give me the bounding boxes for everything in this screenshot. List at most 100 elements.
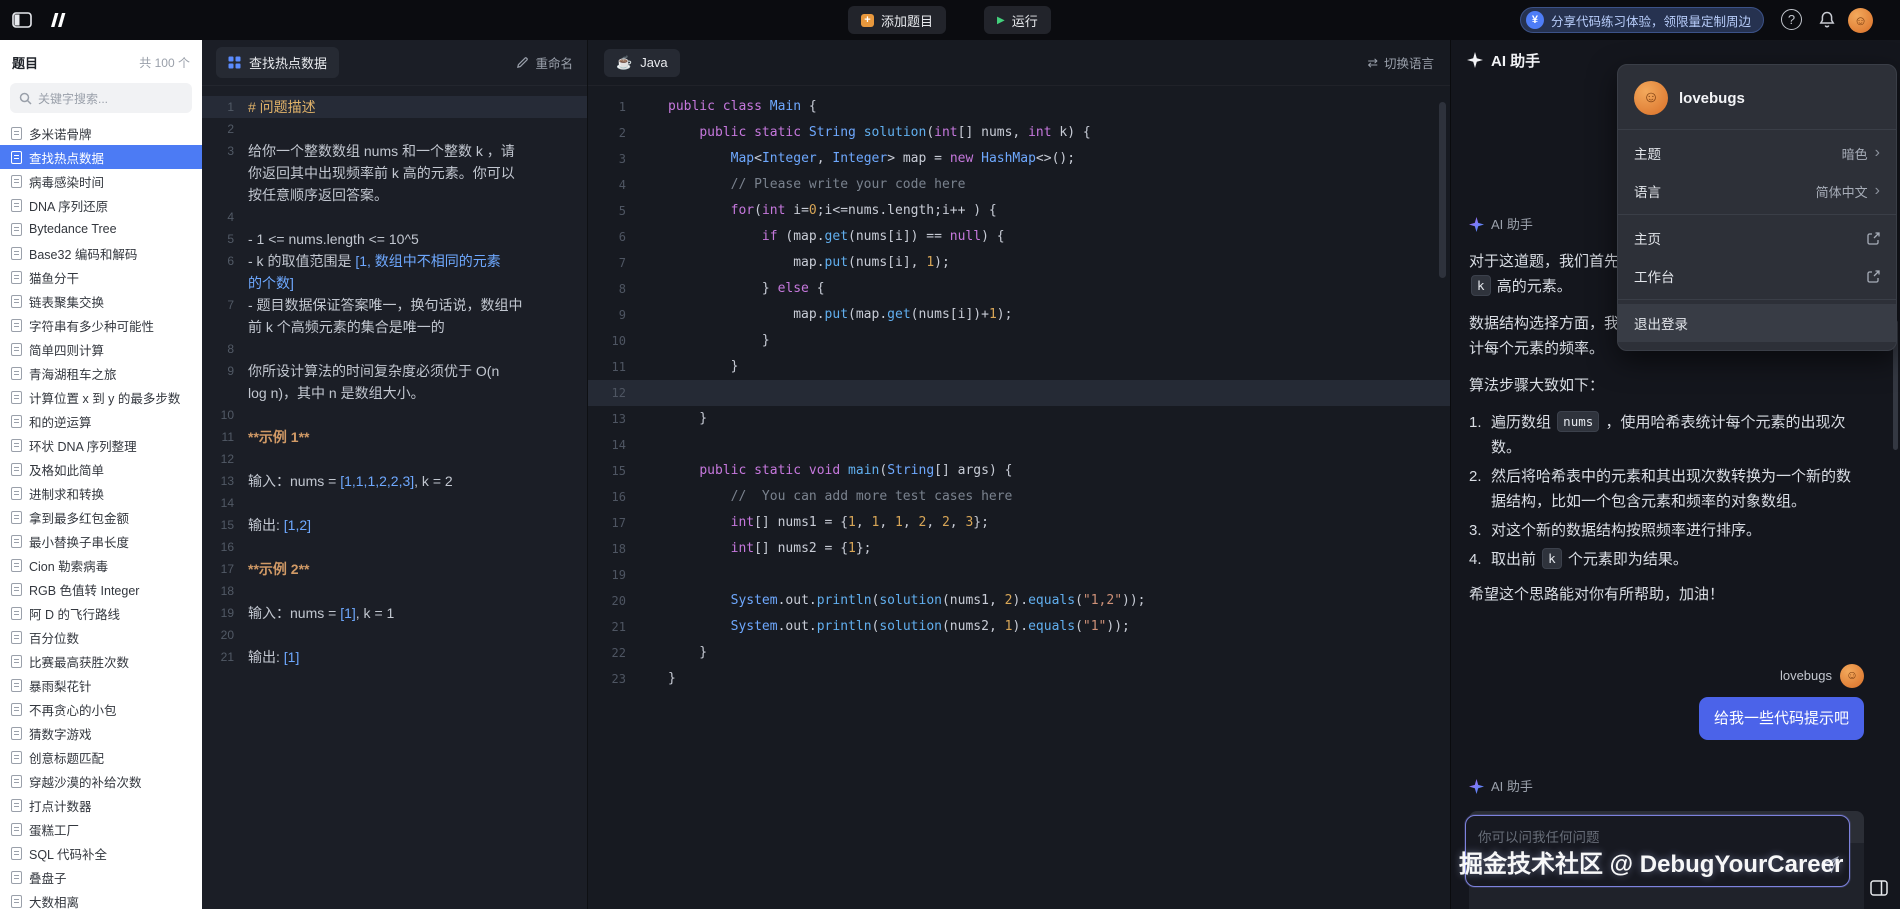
list-item[interactable]: 猫鱼分干 xyxy=(0,265,202,289)
menu-item-language[interactable]: 语言 简体中文› xyxy=(1618,172,1896,210)
markdown-line[interactable]: 12 xyxy=(202,448,587,470)
code-line[interactable]: 22 } xyxy=(588,640,1450,666)
list-item[interactable]: Bytedance Tree xyxy=(0,217,202,241)
list-item[interactable]: 拿到最多红包金额 xyxy=(0,505,202,529)
markdown-line[interactable]: 21输出: [1] xyxy=(202,646,587,668)
code-line[interactable]: 14 xyxy=(588,432,1450,458)
list-item[interactable]: 最小替换子串长度 xyxy=(0,529,202,553)
panel-toggle-icon[interactable] xyxy=(10,0,34,40)
code-line[interactable]: 2 public static String solution(int[] nu… xyxy=(588,120,1450,146)
markdown-line[interactable]: 20 xyxy=(202,624,587,646)
switch-language-button[interactable]: ⇄ 切换语言 xyxy=(1368,53,1435,72)
markdown-line[interactable]: 10 xyxy=(202,404,587,426)
markdown-line[interactable]: 8 xyxy=(202,338,587,360)
code-line[interactable]: 6 if (map.get(nums[i]) == null) { xyxy=(588,224,1450,250)
markdown-line[interactable]: 18 xyxy=(202,580,587,602)
logo-icon[interactable] xyxy=(44,0,72,40)
code-area[interactable]: 1public class Main {2 public static Stri… xyxy=(588,86,1450,909)
add-problem-button[interactable]: + 添加题目 xyxy=(848,6,946,34)
list-item[interactable]: Base32 编码和解码 xyxy=(0,241,202,265)
list-item[interactable]: RGB 色值转 Integer xyxy=(0,577,202,601)
list-item[interactable]: 百分位数 xyxy=(0,625,202,649)
markdown-line[interactable]: 9你所设计算法的时间复杂度必须优于 O(n xyxy=(202,360,587,382)
list-item[interactable]: 环状 DNA 序列整理 xyxy=(0,433,202,457)
list-item[interactable]: 叠盘子 xyxy=(0,865,202,889)
markdown-line[interactable]: 前 k 个高频元素的集合是唯一的 xyxy=(202,316,587,338)
code-line[interactable]: 3 Map<Integer, Integer> map = new HashMa… xyxy=(588,146,1450,172)
menu-item-logout[interactable]: 退出登录 xyxy=(1618,304,1896,342)
list-item[interactable]: 进制求和转换 xyxy=(0,481,202,505)
markdown-line[interactable]: 2 xyxy=(202,118,587,140)
user-message-bubble[interactable]: 给我一些代码提示吧 xyxy=(1699,697,1864,740)
markdown-line[interactable]: log n)，其中 n 是数组大小。 xyxy=(202,382,587,404)
notification-bell-icon[interactable] xyxy=(1818,10,1836,34)
code-line[interactable]: 21 System.out.println(solution(nums2, 1)… xyxy=(588,614,1450,640)
code-line[interactable]: 8 } else { xyxy=(588,276,1450,302)
list-item[interactable]: 打点计数器 xyxy=(0,793,202,817)
list-item[interactable]: 计算位置 x 到 y 的最多步数 xyxy=(0,385,202,409)
code-line[interactable]: 17 int[] nums1 = {1, 1, 1, 2, 2, 3}; xyxy=(588,510,1450,536)
markdown-line[interactable]: 19输入：nums = [1], k = 1 xyxy=(202,602,587,624)
code-line[interactable]: 18 int[] nums2 = {1}; xyxy=(588,536,1450,562)
code-line[interactable]: 20 System.out.println(solution(nums1, 2)… xyxy=(588,588,1450,614)
list-item[interactable]: 猜数字游戏 xyxy=(0,721,202,745)
code-line[interactable]: 5 for(int i=0;i<=nums.length;i++ ) { xyxy=(588,198,1450,224)
markdown-line[interactable]: 17**示例 2** xyxy=(202,558,587,580)
code-line[interactable]: 13 } xyxy=(588,406,1450,432)
markdown-line[interactable]: 4 xyxy=(202,206,587,228)
markdown-line[interactable]: 7- 题目数据保证答案唯一，换句话说，数组中 xyxy=(202,294,587,316)
user-avatar[interactable]: ☺ xyxy=(1848,8,1873,33)
markdown-line[interactable]: 11**示例 1** xyxy=(202,426,587,448)
list-item[interactable]: 穿越沙漠的补给次数 xyxy=(0,769,202,793)
rename-button[interactable]: 重命名 xyxy=(516,53,573,72)
list-item[interactable]: 青海湖租车之旅 xyxy=(0,361,202,385)
menu-item-homepage[interactable]: 主页 xyxy=(1618,219,1896,257)
promo-banner[interactable]: ¥ 分享代码练习体验，领限量定制周边 xyxy=(1520,7,1764,33)
menu-item-workspace[interactable]: 工作台 xyxy=(1618,257,1896,295)
code-line[interactable]: 1public class Main { xyxy=(588,94,1450,120)
list-item[interactable]: 阿 D 的飞行路线 xyxy=(0,601,202,625)
menu-item-theme[interactable]: 主题 暗色› xyxy=(1618,134,1896,172)
code-line[interactable]: 9 map.put(map.get(nums[i])+1); xyxy=(588,302,1450,328)
markdown-line[interactable]: 1# 问题描述 xyxy=(202,96,587,118)
list-item[interactable]: Cion 勒索病毒 xyxy=(0,553,202,577)
list-item[interactable]: 及格如此简单 xyxy=(0,457,202,481)
markdown-line[interactable]: 的个数] xyxy=(202,272,587,294)
code-line[interactable]: 15 public static void main(String[] args… xyxy=(588,458,1450,484)
list-item[interactable]: 链表聚集交换 xyxy=(0,289,202,313)
help-button[interactable]: ? xyxy=(1781,9,1802,30)
markdown-line[interactable]: 15输出: [1,2] xyxy=(202,514,587,536)
list-item[interactable]: 不再贪心的小包 xyxy=(0,697,202,721)
markdown-line[interactable]: 6- k 的取值范围是 [1, 数组中不相同的元素 xyxy=(202,250,587,272)
collapse-panel-icon[interactable] xyxy=(1870,880,1888,901)
list-item[interactable]: 字符串有多少种可能性 xyxy=(0,313,202,337)
problem-content[interactable]: 1# 问题描述23给你一个整数数组 nums 和一个整数 k ，请你返回其中出现… xyxy=(202,86,587,909)
editor-scrollbar[interactable] xyxy=(1439,102,1446,278)
list-item[interactable]: 大数相离 xyxy=(0,889,202,909)
list-item[interactable]: 和的逆运算 xyxy=(0,409,202,433)
code-line[interactable]: 7 map.put(nums[i], 1); xyxy=(588,250,1450,276)
list-item[interactable]: 创意标题匹配 xyxy=(0,745,202,769)
list-item[interactable]: 查找热点数据 xyxy=(0,145,202,169)
code-line[interactable]: 23} xyxy=(588,666,1450,692)
markdown-line[interactable]: 16 xyxy=(202,536,587,558)
code-line[interactable]: 19 xyxy=(588,562,1450,588)
problem-title-button[interactable]: 查找热点数据 xyxy=(216,47,339,78)
list-item[interactable]: 多米诺骨牌 xyxy=(0,121,202,145)
list-item[interactable]: DNA 序列还原 xyxy=(0,193,202,217)
chat-input-box[interactable] xyxy=(1465,815,1850,887)
run-button[interactable]: ▶ 运行 xyxy=(984,6,1051,34)
list-item[interactable]: 病毒感染时间 xyxy=(0,169,202,193)
markdown-line[interactable]: 14 xyxy=(202,492,587,514)
code-line[interactable]: 12 xyxy=(588,380,1450,406)
code-line[interactable]: 10 } xyxy=(588,328,1450,354)
list-item[interactable]: SQL 代码补全 xyxy=(0,841,202,865)
list-item[interactable]: 蛋糕工厂 xyxy=(0,817,202,841)
language-tab[interactable]: ☕ Java xyxy=(604,49,680,77)
code-line[interactable]: 16 // You can add more test cases here xyxy=(588,484,1450,510)
send-icon[interactable] xyxy=(1822,856,1839,878)
search-input[interactable]: 关键字搜索... xyxy=(10,83,192,113)
markdown-line[interactable]: 3给你一个整数数组 nums 和一个整数 k ，请 xyxy=(202,140,587,162)
markdown-line[interactable]: 你返回其中出现频率前 k 高的元素。你可以 xyxy=(202,162,587,184)
markdown-line[interactable]: 按任意顺序返回答案。 xyxy=(202,184,587,206)
